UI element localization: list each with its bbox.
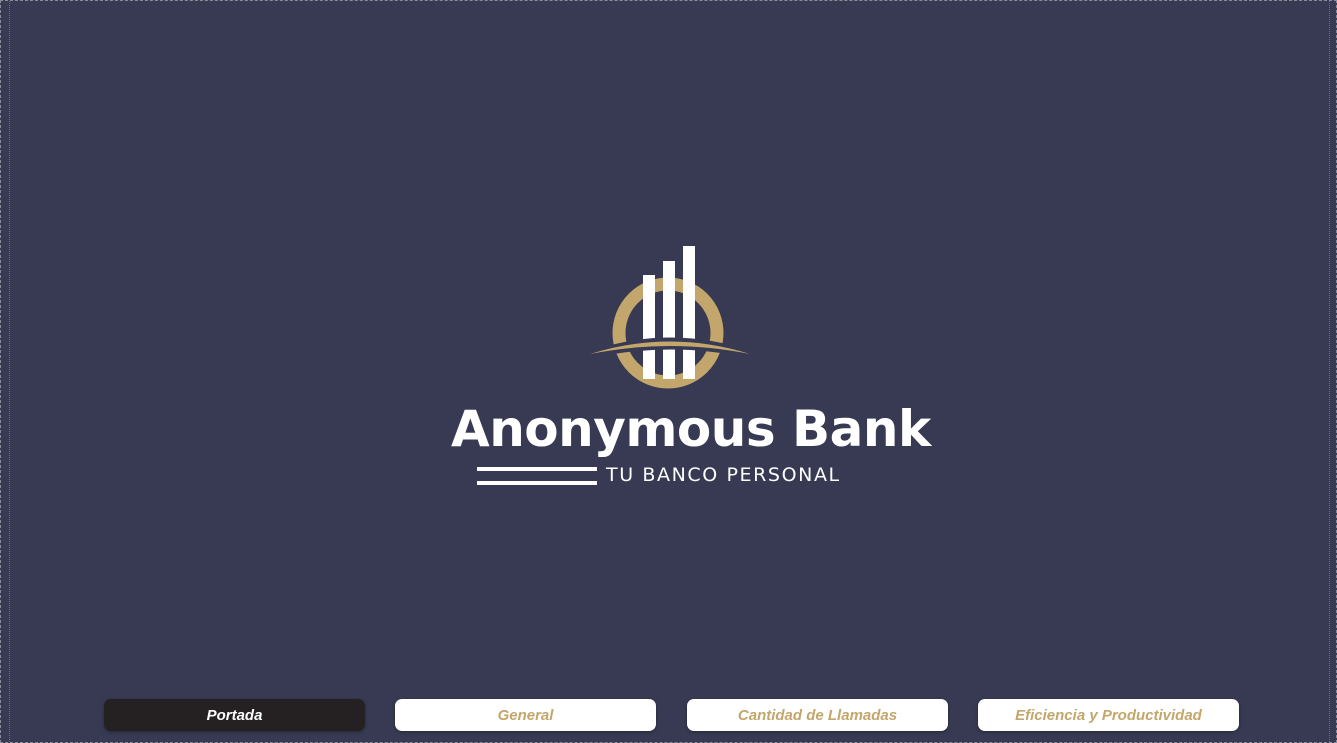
tagline-bars bbox=[477, 467, 597, 487]
report-page: Anonymous Bank TU BANCO PERSONAL Portada… bbox=[0, 0, 1337, 743]
left-guide-line bbox=[9, 1, 10, 742]
bar-chart-circle-icon bbox=[588, 246, 754, 389]
right-guide-line bbox=[1329, 1, 1330, 742]
brand-name: Anonymous Bank bbox=[451, 400, 931, 458]
brand-logo: Anonymous Bank TU BANCO PERSONAL bbox=[451, 241, 971, 496]
nav-button-general[interactable]: General bbox=[395, 699, 656, 731]
nav-button-cantidad-de-llamadas[interactable]: Cantidad de Llamadas bbox=[687, 699, 948, 731]
nav-button-eficiencia-y-productividad[interactable]: Eficiencia y Productividad bbox=[978, 699, 1239, 731]
brand-tagline: TU BANCO PERSONAL bbox=[606, 464, 841, 486]
nav-button-portada[interactable]: Portada bbox=[104, 699, 365, 731]
